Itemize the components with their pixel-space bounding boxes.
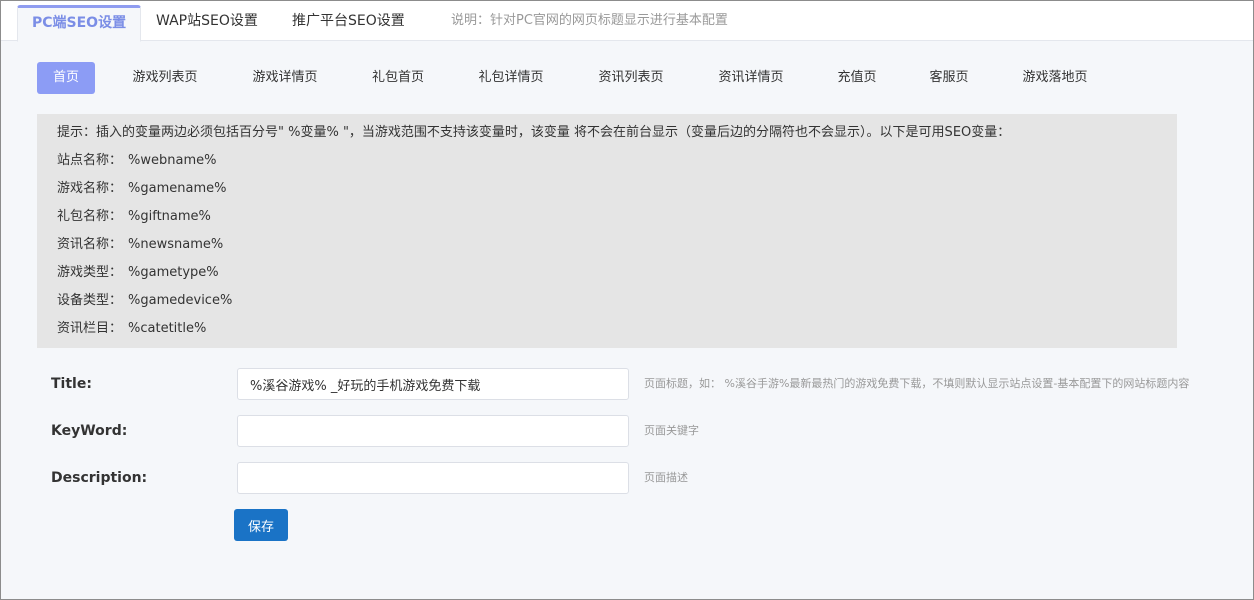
title-label: Title: [51, 376, 92, 392]
subtab-game-landing[interactable]: 游戏落地页 [1013, 62, 1097, 94]
subtab-gift-home[interactable]: 礼包首页 [363, 62, 433, 94]
subtab-news-list[interactable]: 资讯列表页 [589, 62, 673, 94]
hint-var-row: 游戏名称： %gamename% [57, 179, 1157, 207]
top-note: 说明：针对PC官网的网页标题显示进行基本配置 [451, 13, 728, 28]
hint-var-name: 设备类型： [57, 293, 123, 308]
tab-wap-seo[interactable]: WAP站SEO设置 [142, 5, 272, 41]
hint-var-value: %newsname% [128, 237, 224, 252]
tab-promo-seo[interactable]: 推广平台SEO设置 [278, 5, 419, 41]
hint-var-value: %giftname% [128, 209, 211, 224]
hint-var-name: 站点名称： [57, 153, 123, 168]
keyword-label: KeyWord: [51, 423, 128, 439]
seo-variables-hint: 提示：插入的变量两边必须包括百分号" %变量% "，当游戏范围不支持该变量时，该… [37, 114, 1177, 348]
tab-pc-seo[interactable]: PC端SEO设置 [17, 5, 142, 42]
hint-text: 提示：插入的变量两边必须包括百分号" %变量% "，当游戏范围不支持该变量时，该… [57, 125, 1011, 140]
hint-var-row: 游戏类型： %gametype% [57, 263, 1157, 291]
hint-var-name: 资讯栏目： [57, 321, 123, 336]
hint-var-row: 资讯栏目： %catetitle% [57, 319, 1157, 347]
subtab-game-detail[interactable]: 游戏详情页 [243, 62, 327, 94]
hint-var-value: %gamedevice% [128, 293, 233, 308]
subtab-gift-detail[interactable]: 礼包详情页 [469, 62, 553, 94]
keyword-input[interactable] [237, 415, 629, 447]
description-help: 页面描述 [644, 471, 688, 484]
hint-var-value: %gamename% [128, 181, 227, 196]
top-tab-bar: PC端SEO设置 WAP站SEO设置 推广平台SEO设置 说明：针对PC官网的网… [1, 1, 1253, 42]
title-input[interactable] [237, 368, 629, 400]
hint-var-row: 站点名称： %webname% [57, 151, 1157, 179]
subtab-service[interactable]: 客服页 [921, 62, 977, 94]
title-help: 页面标题，如： %溪谷手游%最新最热门的游戏免费下载，不填则默认显示站点设置-基… [644, 377, 1190, 390]
hint-var-name: 资讯名称： [57, 237, 123, 252]
hint-var-value: %webname% [128, 153, 217, 168]
hint-var-value: %gametype% [128, 265, 219, 280]
hint-var-value: %catetitle% [128, 321, 207, 336]
subtab-recharge[interactable]: 充值页 [829, 62, 885, 94]
description-input[interactable] [237, 462, 629, 494]
hint-var-name: 游戏名称： [57, 181, 123, 196]
save-button[interactable]: 保存 [234, 509, 288, 541]
seo-settings-panel: PC端SEO设置 WAP站SEO设置 推广平台SEO设置 说明：针对PC官网的网… [0, 0, 1254, 600]
hint-var-name: 游戏类型： [57, 265, 123, 280]
hint-var-row: 设备类型： %gamedevice% [57, 291, 1157, 319]
subtab-home[interactable]: 首页 [37, 62, 95, 94]
description-label: Description: [51, 470, 148, 486]
hint-var-row: 资讯名称： %newsname% [57, 235, 1157, 263]
hint-var-name: 礼包名称： [57, 209, 123, 224]
subtab-game-list[interactable]: 游戏列表页 [123, 62, 207, 94]
keyword-help: 页面关键字 [644, 424, 699, 437]
hint-var-row: 礼包名称： %giftname% [57, 207, 1157, 235]
subtab-news-detail[interactable]: 资讯详情页 [709, 62, 793, 94]
